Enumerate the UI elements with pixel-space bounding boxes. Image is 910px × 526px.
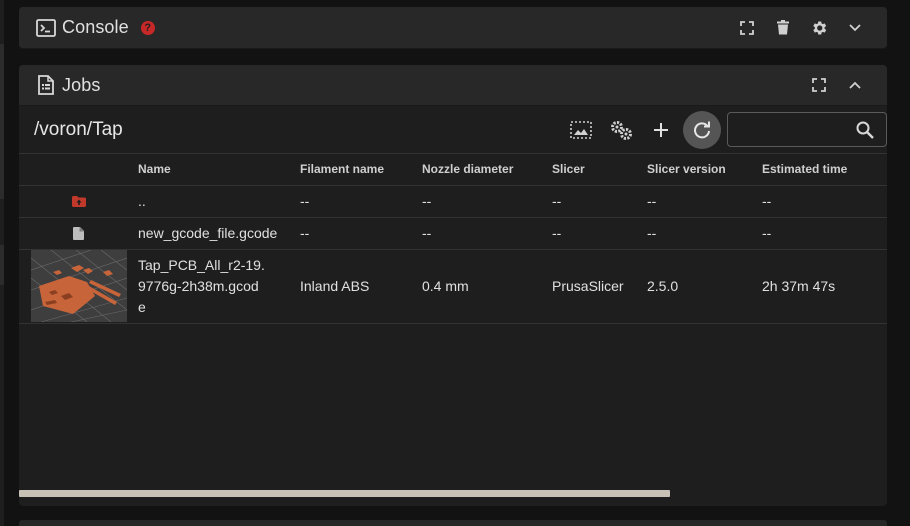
row-version: -- xyxy=(647,217,762,250)
thumbnail-column-header xyxy=(19,154,138,186)
console-header[interactable]: Console ? xyxy=(19,7,887,49)
sidebar-segment xyxy=(0,44,4,199)
row-overflow xyxy=(885,185,887,218)
row-name: new_gcode_file.gcode xyxy=(138,217,300,250)
column-header-slicer-version[interactable]: Slicer version xyxy=(647,154,762,186)
row-slicer: -- xyxy=(552,217,647,250)
row-name: .. xyxy=(138,185,300,218)
jobs-table: Name Filament name Nozzle diameter Slice… xyxy=(19,154,887,497)
add-button[interactable] xyxy=(641,110,681,150)
column-header-estimated-time[interactable]: Estimated time xyxy=(762,154,885,186)
left-sidebar-edge xyxy=(0,0,4,526)
row-nozzle: -- xyxy=(422,217,552,250)
chevron-up-icon xyxy=(849,81,861,89)
table-row[interactable]: .. -- -- -- -- -- xyxy=(19,185,887,218)
console-icon xyxy=(36,18,56,38)
row-filament: -- xyxy=(300,217,422,250)
table-row[interactable]: new_gcode_file.gcode -- -- -- -- -- xyxy=(19,217,887,250)
fullscreen-button[interactable] xyxy=(729,10,765,46)
row-nozzle: 0.4 mm xyxy=(422,249,552,324)
column-header-overflow xyxy=(885,154,887,186)
row-time: -- xyxy=(762,217,885,250)
console-title: Console xyxy=(62,17,129,37)
help-icon[interactable]: ? xyxy=(140,20,155,35)
column-header-nozzle[interactable]: Nozzle diameter xyxy=(422,154,552,186)
column-header-slicer[interactable]: Slicer xyxy=(552,154,647,186)
delete-icon xyxy=(777,20,789,35)
next-panel-edge xyxy=(19,520,887,526)
gcode-thumbnail xyxy=(31,250,127,322)
jobs-header[interactable]: Jobs xyxy=(19,65,887,106)
row-version: -- xyxy=(647,185,762,218)
current-path: /voron/Tap xyxy=(34,118,123,140)
collapse-jobs-button[interactable] xyxy=(837,67,873,103)
jobs-file-icon xyxy=(36,75,56,95)
jobs-panel: Jobs /voron/Tap Name Filament name Nozzl… xyxy=(19,65,887,506)
plus-icon xyxy=(654,122,668,137)
row-time: -- xyxy=(762,185,885,218)
file-icon xyxy=(19,226,138,240)
row-version: 2.5.0 xyxy=(647,249,762,324)
clear-console-button[interactable] xyxy=(765,10,801,46)
console-panel: Console ? xyxy=(19,7,887,49)
row-slicer: -- xyxy=(552,185,647,218)
print-settings-button[interactable] xyxy=(601,110,641,150)
table-header-row: Name Filament name Nozzle diameter Slice… xyxy=(19,154,887,186)
row-filament: -- xyxy=(300,185,422,218)
scrollbar-thumb[interactable] xyxy=(19,490,670,497)
refresh-icon xyxy=(694,121,710,138)
search-icon[interactable] xyxy=(856,121,874,139)
jobs-toolbar: /voron/Tap xyxy=(19,106,887,154)
thumbnail-toggle-icon xyxy=(570,120,592,139)
console-settings-button[interactable] xyxy=(801,10,837,46)
expand-console-button[interactable] xyxy=(837,10,873,46)
row-overflow xyxy=(885,217,887,250)
row-filament: Inland ABS xyxy=(300,249,422,324)
gears-icon xyxy=(611,120,632,140)
table-row[interactable]: Tap_PCB_All_r2-19.9776g-2h38m.gcode Inla… xyxy=(19,249,887,324)
row-slicer: PrusaSlicer xyxy=(552,249,647,324)
refresh-button[interactable] xyxy=(683,110,721,149)
row-overflow xyxy=(885,249,887,324)
column-header-name[interactable]: Name xyxy=(138,154,300,186)
sidebar-segment xyxy=(0,245,4,285)
row-nozzle: -- xyxy=(422,185,552,218)
fullscreen-icon xyxy=(812,78,826,92)
fullscreen-icon xyxy=(740,20,754,35)
gear-icon xyxy=(813,20,827,35)
column-header-filament[interactable]: Filament name xyxy=(300,154,422,186)
search-field[interactable] xyxy=(727,112,887,147)
horizontal-scrollbar[interactable] xyxy=(19,490,887,497)
row-name: Tap_PCB_All_r2-19.9776g-2h38m.gcode xyxy=(138,249,300,324)
toggle-thumbnails-button[interactable] xyxy=(561,110,601,150)
jobs-fullscreen-button[interactable] xyxy=(801,67,837,103)
search-input[interactable] xyxy=(728,122,856,137)
jobs-title: Jobs xyxy=(62,74,101,95)
chevron-down-icon xyxy=(849,23,861,31)
folder-up-icon xyxy=(19,195,138,207)
row-time: 2h 37m 47s xyxy=(762,249,885,324)
